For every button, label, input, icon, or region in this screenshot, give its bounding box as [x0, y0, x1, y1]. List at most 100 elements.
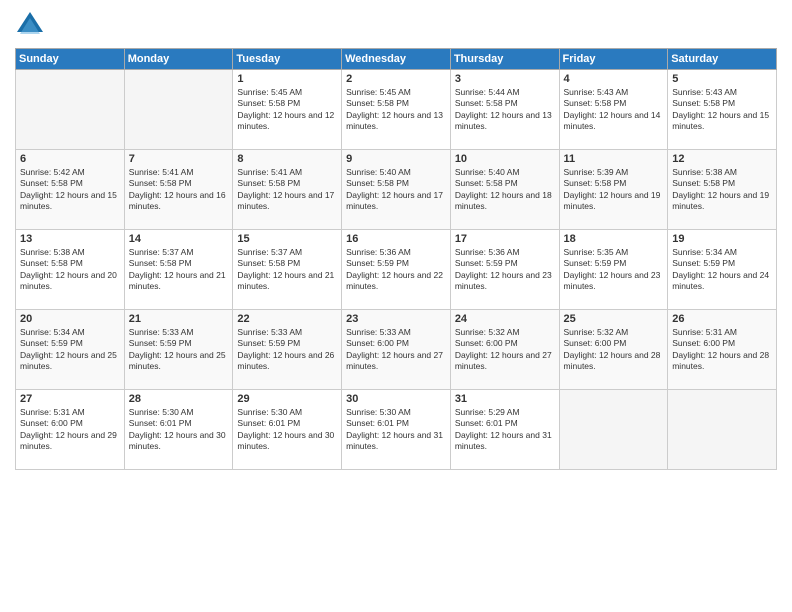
cell-details: Sunrise: 5:40 AMSunset: 5:58 PMDaylight:… — [346, 167, 446, 213]
day-number: 10 — [455, 153, 555, 165]
day-number: 4 — [564, 73, 664, 85]
weekday-header: Saturday — [668, 49, 777, 70]
calendar-cell: 13 Sunrise: 5:38 AMSunset: 5:58 PMDayligh… — [16, 230, 125, 310]
day-number: 25 — [564, 313, 664, 325]
calendar-cell — [668, 390, 777, 470]
calendar-cell: 20 Sunrise: 5:34 AMSunset: 5:59 PMDayligh… — [16, 310, 125, 390]
weekday-header: Thursday — [450, 49, 559, 70]
cell-details: Sunrise: 5:43 AMSunset: 5:58 PMDaylight:… — [672, 87, 772, 133]
calendar-cell — [559, 390, 668, 470]
calendar-cell: 26 Sunrise: 5:31 AMSunset: 6:00 PMDayligh… — [668, 310, 777, 390]
calendar-cell: 27 Sunrise: 5:31 AMSunset: 6:00 PMDayligh… — [16, 390, 125, 470]
calendar-cell: 9 Sunrise: 5:40 AMSunset: 5:58 PMDaylight… — [342, 150, 451, 230]
header — [15, 10, 777, 40]
calendar-cell: 31Sunrise: 5:29 AMSunset: 6:01 PMDayligh… — [450, 390, 559, 470]
weekday-header: Wednesday — [342, 49, 451, 70]
cell-details: Sunrise: 5:41 AMSunset: 5:58 PMDaylight:… — [237, 167, 337, 213]
cell-details: Sunrise: 5:40 AMSunset: 5:58 PMDaylight:… — [455, 167, 555, 213]
day-number: 24 — [455, 313, 555, 325]
cell-details: Sunrise: 5:43 AMSunset: 5:58 PMDaylight:… — [564, 87, 664, 133]
calendar-cell: 5 Sunrise: 5:43 AMSunset: 5:58 PMDaylight… — [668, 70, 777, 150]
cell-details: Sunrise: 5:38 AMSunset: 5:58 PMDaylight:… — [20, 247, 120, 293]
calendar-cell: 21 Sunrise: 5:33 AMSunset: 5:59 PMDayligh… — [124, 310, 233, 390]
day-number: 21 — [129, 313, 229, 325]
calendar-cell: 28 Sunrise: 5:30 AMSunset: 6:01 PMDayligh… — [124, 390, 233, 470]
calendar-cell: 10 Sunrise: 5:40 AMSunset: 5:58 PMDayligh… — [450, 150, 559, 230]
cell-details: Sunrise: 5:30 AMSunset: 6:01 PMDaylight:… — [346, 407, 446, 453]
calendar-cell: 22 Sunrise: 5:33 AMSunset: 5:59 PMDayligh… — [233, 310, 342, 390]
calendar-cell: 7 Sunrise: 5:41 AMSunset: 5:58 PMDaylight… — [124, 150, 233, 230]
day-number: 20 — [20, 313, 120, 325]
cell-details: Sunrise: 5:35 AMSunset: 5:59 PMDaylight:… — [564, 247, 664, 293]
day-number: 16 — [346, 233, 446, 245]
week-row: 13 Sunrise: 5:38 AMSunset: 5:58 PMDayligh… — [16, 230, 777, 310]
day-number: 23 — [346, 313, 446, 325]
cell-details: Sunrise: 5:45 AMSunset: 5:58 PMDaylight:… — [237, 87, 337, 133]
calendar-page: SundayMondayTuesdayWednesdayThursdayFrid… — [0, 0, 792, 612]
day-number: 26 — [672, 313, 772, 325]
calendar-cell: 6 Sunrise: 5:42 AMSunset: 5:58 PMDaylight… — [16, 150, 125, 230]
weekday-header-row: SundayMondayTuesdayWednesdayThursdayFrid… — [16, 49, 777, 70]
calendar-cell: 15 Sunrise: 5:37 AMSunset: 5:58 PMDayligh… — [233, 230, 342, 310]
cell-details: Sunrise: 5:45 AMSunset: 5:58 PMDaylight:… — [346, 87, 446, 133]
calendar-cell: 16 Sunrise: 5:36 AMSunset: 5:59 PMDayligh… — [342, 230, 451, 310]
day-number: 1 — [237, 73, 337, 85]
cell-details: Sunrise: 5:38 AMSunset: 5:58 PMDaylight:… — [672, 167, 772, 213]
day-number: 3 — [455, 73, 555, 85]
cell-details: Sunrise: 5:34 AMSunset: 5:59 PMDaylight:… — [20, 327, 120, 373]
calendar-cell: 19 Sunrise: 5:34 AMSunset: 5:59 PMDayligh… — [668, 230, 777, 310]
calendar-cell: 18 Sunrise: 5:35 AMSunset: 5:59 PMDayligh… — [559, 230, 668, 310]
day-number: 12 — [672, 153, 772, 165]
weekday-header: Monday — [124, 49, 233, 70]
day-number: 31 — [455, 393, 555, 405]
calendar-cell: 1 Sunrise: 5:45 AMSunset: 5:58 PMDaylight… — [233, 70, 342, 150]
day-number: 15 — [237, 233, 337, 245]
day-number: 27 — [20, 393, 120, 405]
cell-details: Sunrise: 5:41 AMSunset: 5:58 PMDaylight:… — [129, 167, 229, 213]
cell-details: Sunrise: 5:37 AMSunset: 5:58 PMDaylight:… — [129, 247, 229, 293]
day-number: 7 — [129, 153, 229, 165]
cell-details: Sunrise: 5:30 AMSunset: 6:01 PMDaylight:… — [129, 407, 229, 453]
cell-details: Sunrise: 5:34 AMSunset: 5:59 PMDaylight:… — [672, 247, 772, 293]
calendar-cell: 8 Sunrise: 5:41 AMSunset: 5:58 PMDaylight… — [233, 150, 342, 230]
calendar-cell: 14 Sunrise: 5:37 AMSunset: 5:58 PMDayligh… — [124, 230, 233, 310]
day-number: 9 — [346, 153, 446, 165]
cell-details: Sunrise: 5:30 AMSunset: 6:01 PMDaylight:… — [237, 407, 337, 453]
day-number: 11 — [564, 153, 664, 165]
day-number: 18 — [564, 233, 664, 245]
day-number: 28 — [129, 393, 229, 405]
day-number: 13 — [20, 233, 120, 245]
day-number: 19 — [672, 233, 772, 245]
day-number: 5 — [672, 73, 772, 85]
cell-details: Sunrise: 5:44 AMSunset: 5:58 PMDaylight:… — [455, 87, 555, 133]
logo-icon — [15, 10, 45, 40]
cell-details: Sunrise: 5:31 AMSunset: 6:00 PMDaylight:… — [672, 327, 772, 373]
day-number: 2 — [346, 73, 446, 85]
cell-details: Sunrise: 5:39 AMSunset: 5:58 PMDaylight:… — [564, 167, 664, 213]
day-number: 22 — [237, 313, 337, 325]
cell-details: Sunrise: 5:31 AMSunset: 6:00 PMDaylight:… — [20, 407, 120, 453]
calendar-cell — [124, 70, 233, 150]
day-number: 14 — [129, 233, 229, 245]
week-row: 27 Sunrise: 5:31 AMSunset: 6:00 PMDayligh… — [16, 390, 777, 470]
day-number: 8 — [237, 153, 337, 165]
calendar-cell — [16, 70, 125, 150]
cell-details: Sunrise: 5:33 AMSunset: 5:59 PMDaylight:… — [237, 327, 337, 373]
calendar-cell: 11 Sunrise: 5:39 AMSunset: 5:58 PMDayligh… — [559, 150, 668, 230]
day-number: 6 — [20, 153, 120, 165]
week-row: 6 Sunrise: 5:42 AMSunset: 5:58 PMDaylight… — [16, 150, 777, 230]
cell-details: Sunrise: 5:42 AMSunset: 5:58 PMDaylight:… — [20, 167, 120, 213]
calendar-cell: 30Sunrise: 5:30 AMSunset: 6:01 PMDayligh… — [342, 390, 451, 470]
cell-details: Sunrise: 5:37 AMSunset: 5:58 PMDaylight:… — [237, 247, 337, 293]
calendar-cell: 23 Sunrise: 5:33 AMSunset: 6:00 PMDayligh… — [342, 310, 451, 390]
calendar-cell: 24Sunrise: 5:32 AMSunset: 6:00 PMDayligh… — [450, 310, 559, 390]
logo — [15, 10, 49, 40]
cell-details: Sunrise: 5:33 AMSunset: 6:00 PMDaylight:… — [346, 327, 446, 373]
cell-details: Sunrise: 5:32 AMSunset: 6:00 PMDaylight:… — [564, 327, 664, 373]
calendar-cell: 4 Sunrise: 5:43 AMSunset: 5:58 PMDaylight… — [559, 70, 668, 150]
calendar-cell: 29Sunrise: 5:30 AMSunset: 6:01 PMDayligh… — [233, 390, 342, 470]
day-number: 17 — [455, 233, 555, 245]
cell-details: Sunrise: 5:33 AMSunset: 5:59 PMDaylight:… — [129, 327, 229, 373]
cell-details: Sunrise: 5:36 AMSunset: 5:59 PMDaylight:… — [346, 247, 446, 293]
calendar-cell: 3 Sunrise: 5:44 AMSunset: 5:58 PMDaylight… — [450, 70, 559, 150]
